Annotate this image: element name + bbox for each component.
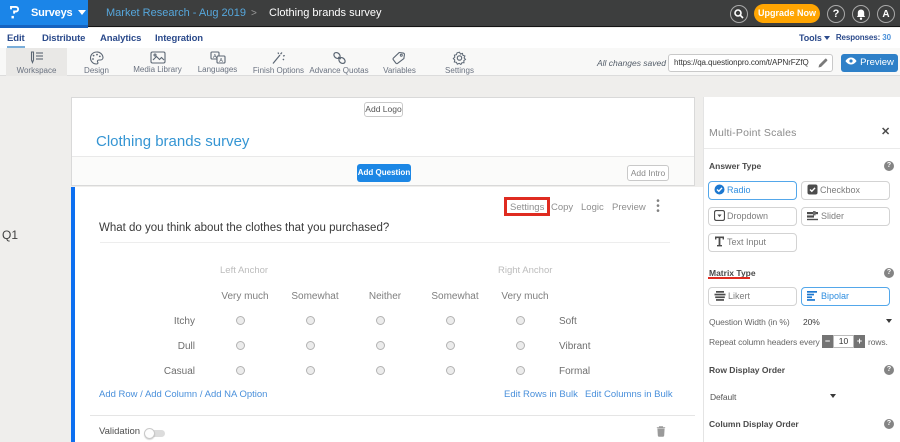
svg-text:A: A — [219, 58, 223, 64]
svg-text:A: A — [213, 54, 217, 60]
